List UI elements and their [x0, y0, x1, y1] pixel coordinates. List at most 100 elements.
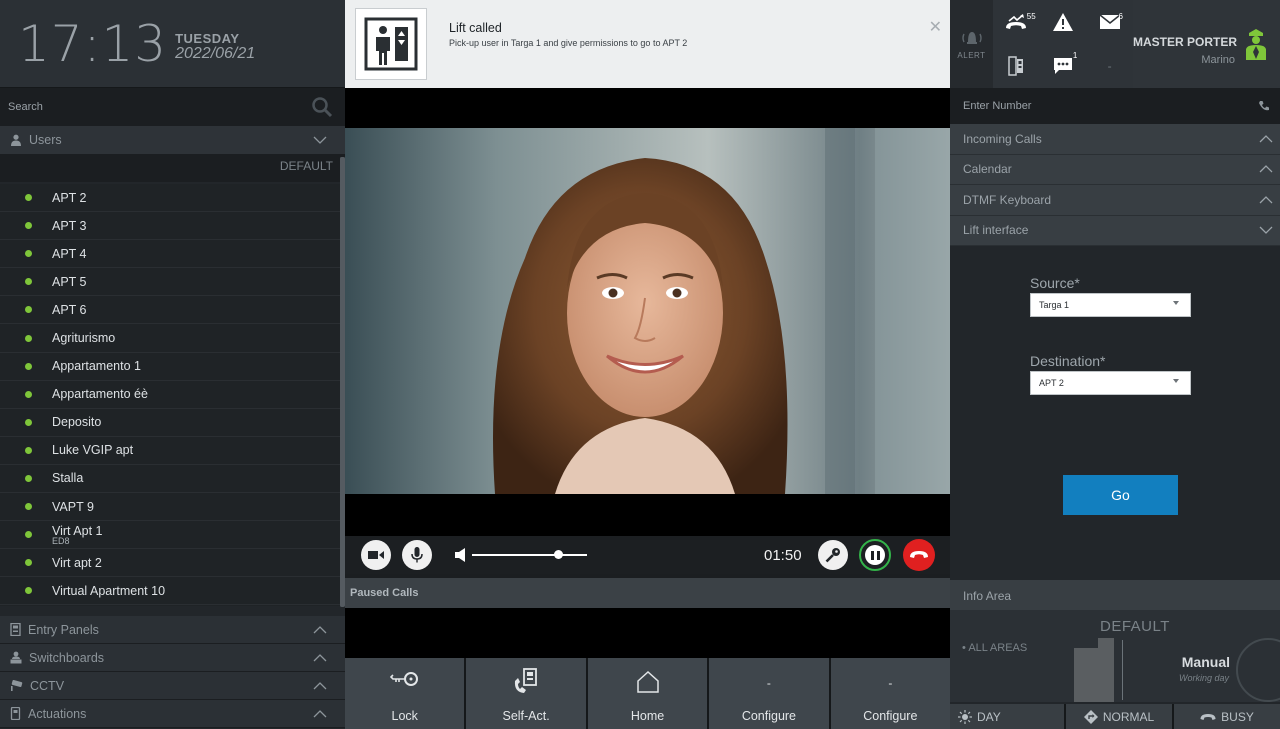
dtmf-keyboard-accordion[interactable]: DTMF Keyboard: [950, 185, 1280, 216]
number-input[interactable]: [963, 100, 1213, 112]
microphone-icon: [411, 547, 423, 563]
user-profile[interactable]: MASTER PORTER Marino: [1133, 0, 1280, 88]
microphone-button[interactable]: [402, 540, 432, 570]
online-status-icon: [25, 559, 32, 567]
search-icon[interactable]: [311, 96, 333, 118]
self-actuation-button[interactable]: Self-Act.: [466, 658, 586, 729]
list-item[interactable]: Appartamento éè: [0, 381, 340, 409]
clock-day: TUESDAY: [175, 31, 240, 47]
list-item[interactable]: Appartamento 1: [0, 353, 340, 381]
clock-widget: 17:13 TUESDAY 2022/06/21: [0, 0, 345, 88]
hold-button[interactable]: [859, 539, 891, 571]
cctv-section-header[interactable]: CCTV: [0, 672, 345, 700]
switchboards-section-header[interactable]: Switchboards: [0, 644, 345, 672]
user-sublabel: ED8: [52, 536, 70, 547]
door-open-button[interactable]: [818, 540, 848, 570]
paused-calls-list: [345, 608, 950, 658]
search-input[interactable]: [8, 101, 248, 113]
volume-slider[interactable]: [472, 550, 587, 559]
entry-panels-section-header[interactable]: Entry Panels: [0, 616, 345, 644]
list-item[interactable]: Virtual Apartment 10: [0, 577, 340, 606]
alert-button[interactable]: ALERT: [950, 0, 993, 88]
paused-calls-header: Paused Calls: [345, 578, 950, 608]
online-status-icon: [25, 390, 32, 398]
warnings-indicator[interactable]: [1040, 0, 1087, 44]
busy-phone-icon: [1200, 713, 1216, 720]
missed-calls-indicator[interactable]: 55: [993, 0, 1040, 44]
users-section-header[interactable]: Users: [0, 126, 345, 154]
user-name: Agriturismo: [52, 331, 116, 346]
mode-manual-label: Manual: [1181, 654, 1230, 670]
action-bar: Lock Self-Act. Home - Configure - Config…: [345, 658, 951, 729]
list-item[interactable]: Stalla: [0, 465, 340, 494]
call-controls: 01:50: [345, 536, 950, 574]
list-item[interactable]: APT 4: [0, 240, 340, 269]
list-item[interactable]: APT 3: [0, 212, 340, 241]
configure-button-1[interactable]: - Configure: [709, 658, 829, 729]
messages-indicator[interactable]: 6: [1086, 0, 1133, 44]
list-item[interactable]: Virt Apt 1 ED8: [0, 521, 340, 550]
go-button[interactable]: Go: [1063, 475, 1178, 515]
day-mode-button[interactable]: DAY: [950, 704, 1064, 729]
user-name: APT 4: [52, 246, 87, 261]
incoming-calls-accordion[interactable]: Incoming Calls: [950, 124, 1280, 155]
door-status-indicator[interactable]: [993, 44, 1040, 88]
video-toggle-button[interactable]: [361, 540, 391, 570]
user-name: Virtual Apartment 10: [52, 583, 166, 598]
user-name: Marino: [1201, 54, 1235, 66]
list-item[interactable]: APT 5: [0, 268, 340, 297]
busy-mode-button[interactable]: BUSY: [1174, 704, 1280, 729]
list-item[interactable]: Deposito: [0, 409, 340, 437]
destination-select[interactable]: APT 2: [1030, 371, 1191, 395]
user-name: APT 5: [52, 274, 87, 289]
list-item[interactable]: Agriturismo: [0, 324, 340, 353]
volume-slider-handle[interactable]: [554, 550, 563, 559]
working-day-label: Working day: [1178, 673, 1229, 683]
close-icon[interactable]: ✕: [929, 17, 942, 37]
user-name: APT 6: [52, 302, 87, 317]
left-panel: 17:13 TUESDAY 2022/06/21 Users DEFAULT A…: [0, 0, 345, 729]
envelope-icon: [1099, 15, 1120, 29]
lift-interface-accordion[interactable]: Lift interface: [950, 215, 1280, 246]
list-item[interactable]: VAPT 9: [0, 493, 340, 522]
dial-bar: [950, 88, 1280, 124]
sun-icon: [958, 709, 972, 724]
chat-indicator[interactable]: 1: [1040, 44, 1087, 88]
notification-title: Lift called: [449, 21, 502, 35]
warning-icon: [1052, 13, 1073, 31]
home-button[interactable]: Home: [587, 658, 708, 729]
users-section-label: Users: [29, 133, 62, 147]
all-areas-label: • ALL AREAS: [962, 642, 1028, 654]
calendar-accordion[interactable]: Calendar: [950, 154, 1280, 185]
clock-ring-icon: [1236, 638, 1280, 702]
online-status-icon: [25, 446, 32, 454]
home-icon: [636, 670, 659, 693]
list-item[interactable]: APT 6: [0, 296, 340, 325]
user-name: Appartamento 1: [52, 359, 141, 374]
user-name: VAPT 9: [52, 499, 94, 514]
empty-indicator: -: [1107, 59, 1112, 73]
phone-icon[interactable]: [1258, 100, 1270, 112]
info-area-header: Info Area: [950, 580, 1280, 610]
online-status-icon: [25, 474, 32, 482]
normal-mode-button[interactable]: NORMAL: [1066, 704, 1172, 729]
video-feed: [345, 88, 950, 536]
list-item[interactable]: Virt apt 2: [0, 549, 340, 578]
key-lock-icon: [389, 672, 418, 686]
configure-button-2[interactable]: - Configure: [830, 658, 951, 729]
list-item[interactable]: APT 2: [0, 184, 340, 213]
chevron-up-icon: [313, 681, 327, 689]
chat-icon: [1053, 58, 1072, 74]
list-item[interactable]: Luke VGIP apt: [0, 437, 340, 465]
notification-banner: Lift called Pick-up user in Targa 1 and …: [345, 0, 950, 88]
call-timer: 01:50: [764, 547, 802, 564]
porter-avatar-icon: [1246, 29, 1266, 60]
key-icon: [825, 548, 840, 563]
source-select[interactable]: Targa 1: [1030, 293, 1191, 317]
chevron-up-icon: [313, 709, 327, 717]
actuations-section-header[interactable]: Actuations: [0, 700, 345, 728]
alert-bell-icon: [961, 32, 982, 44]
hangup-button[interactable]: [903, 539, 935, 571]
lock-button[interactable]: Lock: [345, 658, 465, 729]
dropdown-caret-icon: [1173, 301, 1179, 305]
